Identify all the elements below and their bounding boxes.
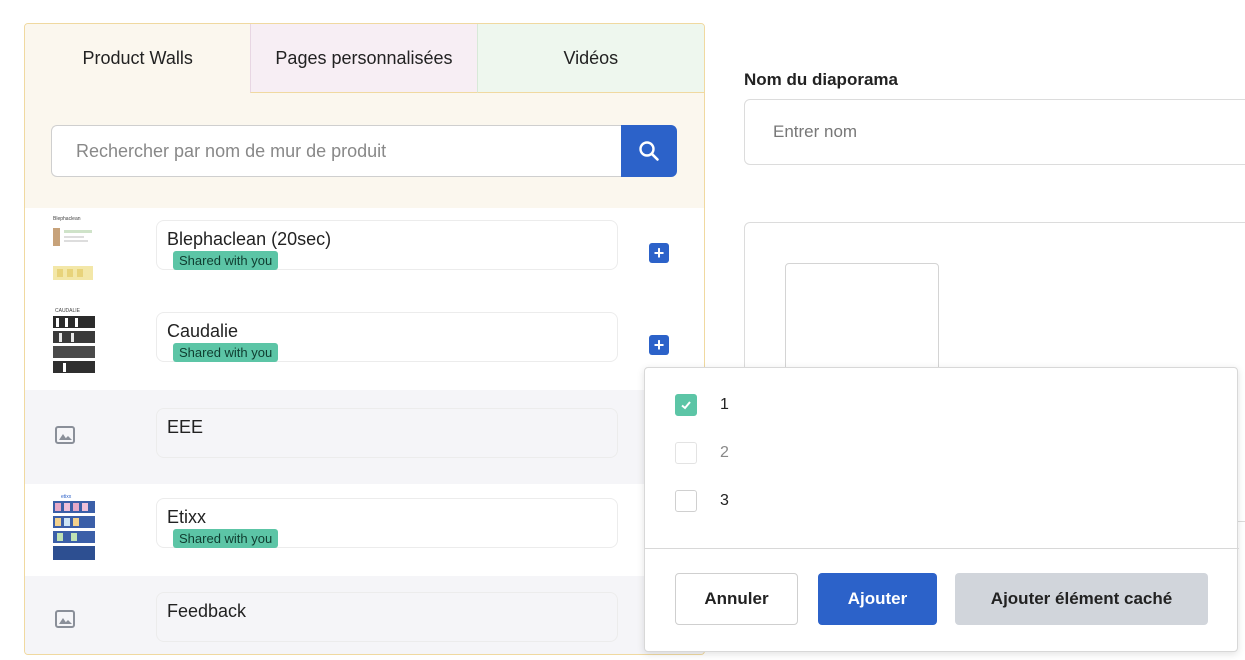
product-wall-list: Blephaclean Blephaclean (20sec) Shared w… — [25, 208, 704, 654]
product-wall-name-box[interactable]: EEE — [156, 408, 618, 458]
tab-bar: Product Walls Pages personnalisées Vidéo… — [25, 24, 704, 93]
search-bar — [51, 125, 677, 177]
image-placeholder-icon — [55, 426, 75, 444]
product-wall-name: Etixx — [167, 507, 207, 527]
checkbox-checked[interactable] — [675, 394, 697, 416]
search-icon — [639, 141, 659, 161]
search-input[interactable] — [51, 125, 621, 177]
option-3[interactable]: 3 — [675, 490, 729, 512]
shared-badge: Shared with you — [173, 343, 279, 362]
etixx-thumbnail: etixx — [51, 492, 97, 566]
checkbox-unchecked[interactable] — [675, 490, 697, 512]
page: Product Walls Pages personnalisées Vidéo… — [0, 0, 1245, 660]
plus-icon: + — [653, 243, 665, 263]
search-button[interactable] — [621, 125, 677, 177]
list-item: EEE — [25, 390, 704, 484]
slideshow-name-label: Nom du diaporama — [744, 70, 898, 89]
list-item: CAUDALIE Caudalie Shared with you + — [25, 298, 704, 390]
shared-badge: Shared with you — [173, 529, 279, 548]
cancel-button[interactable]: Annuler — [675, 573, 798, 625]
option-label: 1 — [720, 396, 729, 413]
list-item: etixx Etixx Shared with you — [25, 484, 704, 576]
product-wall-name-box[interactable]: Etixx Shared with you — [156, 498, 618, 548]
svg-text:Blephaclean: Blephaclean — [53, 216, 81, 222]
product-wall-name-box[interactable]: Feedback — [156, 592, 618, 642]
blephaclean-thumbnail: Blephaclean — [51, 214, 97, 288]
add-hidden-element-button[interactable]: Ajouter élément caché — [955, 573, 1208, 625]
slideshow-name-input[interactable] — [744, 99, 1245, 165]
shared-badge: Shared with you — [173, 251, 279, 270]
add-to-slide-popover: 1 2 3 Annuler Ajouter Ajouter élément ca… — [644, 367, 1239, 652]
list-item: Blephaclean Blephaclean (20sec) Shared w… — [25, 208, 704, 298]
checkbox-disabled[interactable] — [675, 442, 697, 464]
option-label: 3 — [720, 492, 729, 509]
product-wall-name: Blephaclean (20sec) — [167, 229, 332, 249]
product-wall-name: Feedback — [167, 601, 247, 621]
product-wall-name: Caudalie — [167, 321, 239, 341]
content-picker-panel: Product Walls Pages personnalisées Vidéo… — [24, 23, 705, 655]
plus-icon: + — [653, 335, 665, 355]
image-placeholder-icon — [55, 610, 75, 628]
add-button[interactable]: + — [649, 335, 669, 355]
caudalie-thumbnail: CAUDALIE — [51, 306, 97, 380]
list-item: Feedback — [25, 576, 704, 654]
svg-text:CAUDALIE: CAUDALIE — [55, 308, 81, 314]
tab-custom-pages[interactable]: Pages personnalisées — [250, 24, 477, 93]
check-icon — [681, 401, 691, 410]
option-1[interactable]: 1 — [675, 394, 729, 416]
add-button[interactable]: + — [649, 243, 669, 263]
product-wall-name-box[interactable]: Blephaclean (20sec) Shared with you — [156, 220, 618, 270]
svg-text:etixx: etixx — [61, 494, 72, 500]
option-label: 2 — [720, 444, 729, 461]
tab-videos[interactable]: Vidéos — [476, 24, 704, 93]
option-2[interactable]: 2 — [675, 442, 729, 464]
add-button[interactable]: Ajouter — [818, 573, 937, 625]
divider — [645, 548, 1239, 549]
product-wall-name: EEE — [167, 417, 204, 437]
product-wall-name-box[interactable]: Caudalie Shared with you — [156, 312, 618, 362]
tab-product-walls[interactable]: Product Walls — [25, 24, 251, 93]
